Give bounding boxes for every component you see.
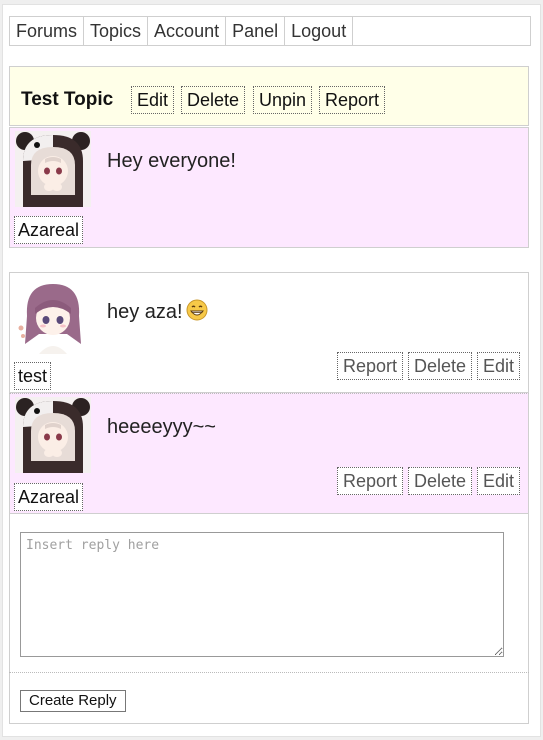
- report-topic-button[interactable]: Report: [319, 86, 386, 114]
- report-button[interactable]: Report: [337, 352, 404, 380]
- reply-textarea[interactable]: [20, 532, 504, 657]
- post-author[interactable]: Azareal: [14, 216, 84, 244]
- nav-forums[interactable]: Forums: [10, 17, 85, 45]
- post-author[interactable]: test: [14, 362, 52, 390]
- reply-post: Azareal heeeeyyy~~ Report Delete Edit: [9, 393, 529, 514]
- post-content: Hey everyone!: [107, 150, 236, 172]
- delete-button[interactable]: Delete: [408, 352, 473, 380]
- form-divider: [9, 672, 529, 673]
- delete-topic-button[interactable]: Delete: [181, 86, 246, 114]
- post-text: hey aza!: [107, 301, 183, 323]
- edit-button[interactable]: Edit: [477, 352, 521, 380]
- opening-post: Azareal Hey everyone!: [9, 127, 529, 248]
- nav-logout[interactable]: Logout: [285, 17, 354, 45]
- reply-post: test hey aza! Report Delete Edit: [9, 272, 529, 393]
- nav-panel[interactable]: Panel: [226, 17, 286, 45]
- nav-topics[interactable]: Topics: [84, 17, 149, 45]
- main-nav: Forums Topics Account Panel Logout: [9, 16, 531, 46]
- edit-button[interactable]: Edit: [477, 467, 521, 495]
- avatar: [15, 397, 91, 473]
- unpin-topic-button[interactable]: Unpin: [253, 86, 313, 114]
- delete-button[interactable]: Delete: [408, 467, 473, 495]
- post-author[interactable]: Azareal: [14, 483, 84, 511]
- edit-topic-button[interactable]: Edit: [131, 86, 175, 114]
- nav-account[interactable]: Account: [148, 17, 227, 45]
- topic-header: Test Topic Edit Delete Unpin Report: [9, 66, 529, 126]
- post-content: heeeeyyy~~: [107, 416, 216, 438]
- report-button[interactable]: Report: [337, 467, 404, 495]
- avatar: [15, 131, 91, 207]
- create-reply-button[interactable]: Create Reply: [20, 690, 126, 712]
- post-content: hey aza!: [107, 299, 208, 327]
- grinning-emoji-icon: [186, 299, 208, 327]
- avatar: [15, 278, 91, 354]
- topic-title: Test Topic: [21, 89, 114, 110]
